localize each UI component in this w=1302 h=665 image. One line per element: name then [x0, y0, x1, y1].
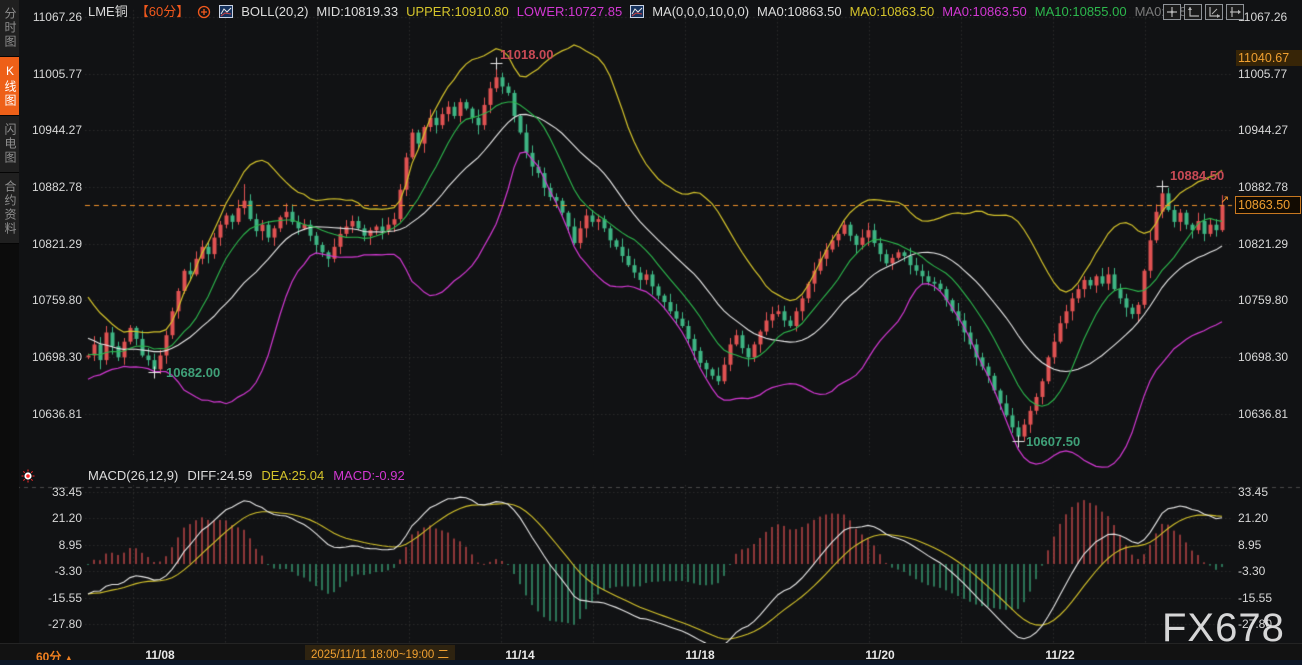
boll-chart-icon[interactable]: [219, 5, 233, 18]
y-axis-scale-icon[interactable]: [1184, 4, 1202, 20]
macd-diff-value: DIFF:24.59: [187, 468, 252, 483]
sidebar: 分时图 K线图 闪电图 合约资料: [0, 0, 19, 665]
chart-toolbar: [1163, 4, 1244, 20]
sidebar-tab-timeshare[interactable]: 分时图: [0, 0, 19, 57]
main-y-axis-label-left: 10698.30: [26, 350, 82, 364]
last-price-badge: 10863.50: [1235, 196, 1301, 214]
main-y-axis-label-right: 10759.80: [1238, 293, 1298, 307]
macd-y-axis-label-left: -3.30: [26, 564, 82, 578]
ma0-white-value: MA0:10863.50: [757, 3, 842, 20]
symbol-label: LME铜: [88, 3, 128, 20]
macd-y-axis-label-left: -27.80: [26, 617, 82, 631]
main-y-axis-label-left: 11067.26: [26, 10, 82, 24]
main-y-axis-label-right: 10698.30: [1238, 350, 1298, 364]
macd-params-label: MACD(26,12,9): [88, 468, 178, 483]
main-y-axis-label-left: 11005.77: [26, 67, 82, 81]
ma-chart-icon[interactable]: [630, 5, 644, 18]
sidebar-tab-lightning[interactable]: 闪电图: [0, 116, 19, 173]
period-label[interactable]: 【60分】: [136, 3, 189, 20]
indicator-header: LME铜 【60分】 BOLL(20,2) MID:10819.33 UPPER…: [88, 3, 1187, 20]
macd-y-axis-label-left: 21.20: [26, 511, 82, 525]
macd-settings-icon[interactable]: [21, 469, 35, 488]
chart-canvas[interactable]: [0, 0, 1302, 665]
macd-dea-value: DEA:25.04: [261, 468, 324, 483]
macd-y-axis-label-right: -3.30: [1238, 564, 1298, 578]
price-extreme-label: 11018.00: [500, 47, 554, 62]
boll-lower-value: LOWER:10727.85: [517, 3, 623, 20]
macd-header: MACD(26,12,9) DIFF:24.59 DEA:25.04 MACD:…: [88, 468, 405, 483]
main-y-axis-label-left: 10759.80: [26, 293, 82, 307]
main-y-axis-label-right: 11005.77: [1238, 67, 1298, 81]
boll-mid-value: MID:10819.33: [316, 3, 398, 20]
macd-y-axis-label-right: 8.95: [1238, 538, 1298, 552]
main-y-axis-label-right: 10882.78: [1238, 180, 1298, 194]
main-y-axis-label-left: 10882.78: [26, 180, 82, 194]
ma-params-label: MA(0,0,0,10,0,0): [652, 3, 749, 20]
main-y-axis-label-left: 10944.27: [26, 123, 82, 137]
macd-y-axis-label-left: 8.95: [26, 538, 82, 552]
session-high-price-badge: 11040.67: [1236, 50, 1302, 66]
ma0-magenta-value: MA0:10863.50: [942, 3, 1027, 20]
move-crosshair-icon[interactable]: [1163, 4, 1181, 20]
main-y-axis-label-left: 10821.29: [26, 237, 82, 251]
macd-value: MACD:-0.92: [333, 468, 405, 483]
macd-y-axis-label-right: -15.55: [1238, 591, 1298, 605]
sidebar-tab-kline[interactable]: K线图: [0, 57, 19, 116]
watermark: FX678: [1162, 606, 1285, 651]
pan-right-icon[interactable]: [1226, 4, 1244, 20]
main-y-axis-label-left: 10636.81: [26, 407, 82, 421]
main-y-axis-label-right: 10944.27: [1238, 123, 1298, 137]
price-extreme-label: 10884.50: [1170, 168, 1224, 183]
macd-y-axis-label-left: -15.55: [26, 591, 82, 605]
ma0-yellow-value: MA0:10863.50: [850, 3, 935, 20]
time-axis-bar: [0, 643, 1302, 661]
ma10-value: MA10:10855.00: [1035, 3, 1127, 20]
bottom-strip: [0, 660, 1302, 665]
price-extreme-label: 10607.50: [1026, 434, 1080, 449]
kline-chart-app: 分时图 K线图 闪电图 合约资料 LME铜 【60分】 BOLL(20,2) M…: [0, 0, 1302, 665]
price-extreme-label: 10682.00: [166, 365, 220, 380]
sidebar-tab-contract-info[interactable]: 合约资料: [0, 173, 19, 244]
macd-y-axis-label-right: 21.20: [1238, 511, 1298, 525]
x-axis-scale-icon[interactable]: [1205, 4, 1223, 20]
main-y-axis-label-right: 10636.81: [1238, 407, 1298, 421]
price-up-arrow-icon: ↗: [1220, 193, 1229, 206]
macd-y-axis-label-right: 33.45: [1238, 485, 1298, 499]
main-y-axis-label-right: 10821.29: [1238, 237, 1298, 251]
boll-upper-value: UPPER:10910.80: [406, 3, 509, 20]
main-y-axis-label-right: 11067.26: [1238, 10, 1298, 24]
boll-label: BOLL(20,2): [241, 3, 308, 20]
expand-circle-icon[interactable]: [197, 5, 211, 18]
